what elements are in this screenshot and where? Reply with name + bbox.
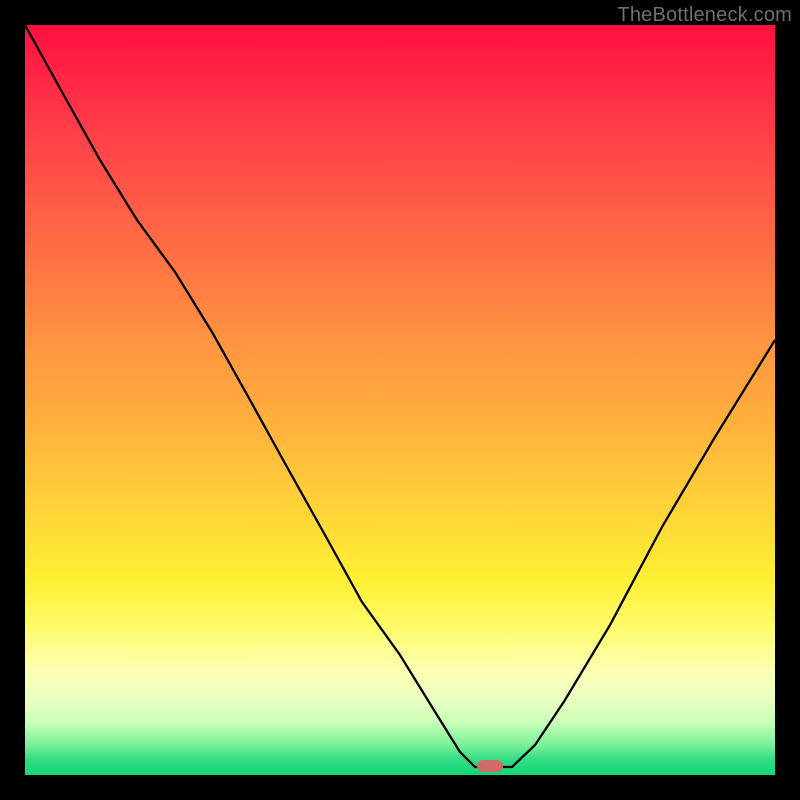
bottleneck-curve — [25, 25, 775, 775]
optimal-marker — [477, 760, 503, 772]
watermark-text: TheBottleneck.com — [617, 4, 792, 27]
chart-frame: TheBottleneck.com — [0, 0, 800, 800]
chart-plot-area — [25, 25, 775, 775]
